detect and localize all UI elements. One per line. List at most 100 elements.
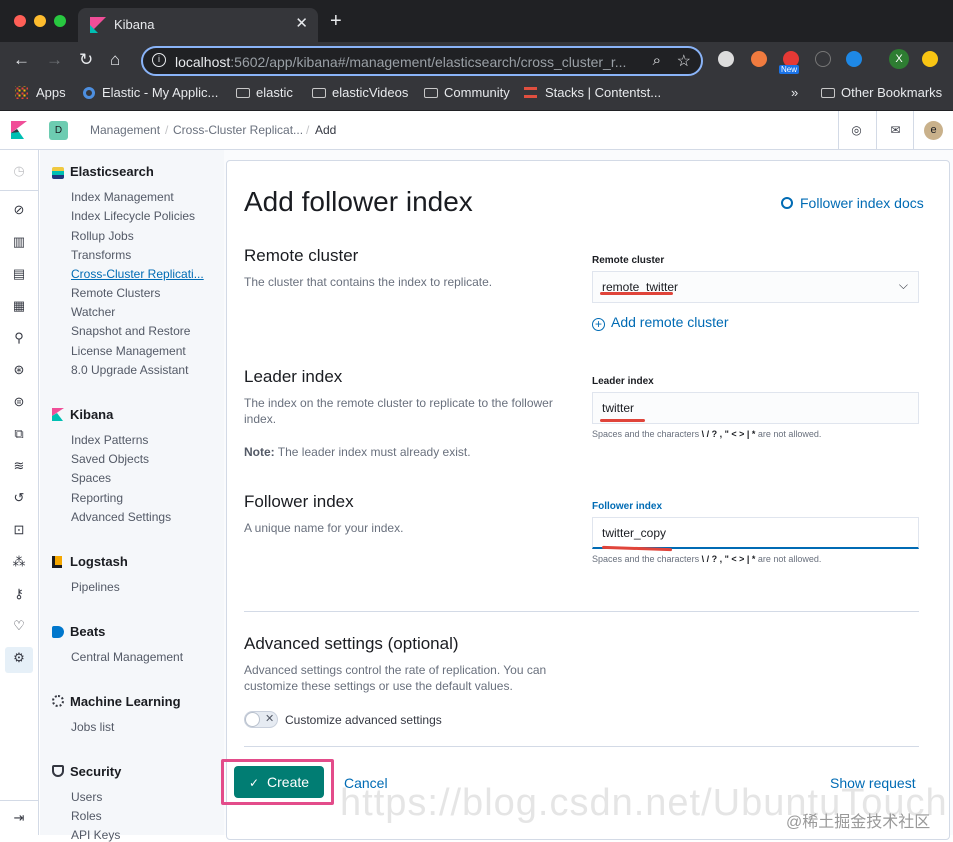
follower-index-help: Spaces and the characters \ / ? , " < > …: [592, 554, 822, 564]
back-icon[interactable]: ←: [13, 50, 30, 70]
leader-index-label: Leader index: [592, 376, 654, 387]
sidebar-item-ccr[interactable]: Cross-Cluster Replicati...: [71, 267, 204, 281]
bookmarks-bar: Apps Elastic - My Applic... elastic elas…: [0, 78, 953, 111]
mail-icon[interactable]: ✉: [888, 123, 903, 138]
infrastructure-icon[interactable]: ⊜: [11, 394, 27, 410]
bookmark-other[interactable]: Other Bookmarks: [821, 85, 942, 100]
beats-logo-icon: [52, 626, 64, 638]
collapse-nav-icon[interactable]: ⇥: [11, 810, 27, 826]
visualize-icon[interactable]: ▥: [11, 234, 27, 250]
bookmark-folder-community[interactable]: Community: [424, 85, 510, 100]
bookmark-folder-elasticvideos[interactable]: elasticVideos: [312, 85, 408, 100]
browser-tab-strip: Kibana ✕ +: [0, 0, 953, 42]
uptime-icon[interactable]: ↺: [11, 490, 27, 506]
space-avatar[interactable]: D: [49, 121, 68, 140]
sidebar-item-ilm[interactable]: Index Lifecycle Policies: [71, 209, 195, 223]
bookmarks-overflow[interactable]: »: [791, 85, 798, 100]
logs-icon[interactable]: ⧉: [11, 426, 27, 442]
breadcrumb-separator: /: [306, 123, 310, 137]
breadcrumb-ccr[interactable]: Cross-Cluster Replicat...: [173, 123, 303, 137]
user-avatar[interactable]: e: [924, 121, 943, 140]
header-divider: [876, 111, 877, 149]
extension-record-icon[interactable]: [718, 51, 734, 67]
ml-icon[interactable]: ⊛: [11, 362, 27, 378]
remote-cluster-heading: Remote cluster: [244, 246, 359, 265]
sidebar-item-index-patterns[interactable]: Index Patterns: [71, 433, 148, 447]
sidebar-item-spaces[interactable]: Spaces: [71, 471, 111, 485]
bookmark-apps[interactable]: Apps: [15, 85, 66, 100]
close-window-button[interactable]: [14, 15, 26, 27]
dashboard-icon[interactable]: ▤: [11, 266, 27, 282]
graph-icon[interactable]: ⁂: [11, 554, 27, 570]
sidebar-item-api-keys[interactable]: API Keys: [71, 828, 120, 842]
sidebar-item-rollup[interactable]: Rollup Jobs: [71, 229, 134, 243]
siem-icon[interactable]: ⊡: [11, 522, 27, 538]
home-icon[interactable]: ⌂: [110, 50, 120, 70]
browser-tab[interactable]: Kibana ✕: [78, 8, 318, 42]
discover-icon[interactable]: ⊘: [11, 202, 27, 218]
site-info-icon[interactable]: i: [152, 53, 166, 67]
help-icon[interactable]: ◎: [849, 123, 864, 138]
watermark-text: @稀土掘金技术社区: [786, 814, 931, 831]
canvas-icon[interactable]: ▦: [11, 298, 27, 314]
maps-icon[interactable]: ⚲: [11, 330, 27, 346]
reload-icon[interactable]: ↻: [79, 50, 93, 70]
cancel-button[interactable]: Cancel: [344, 775, 388, 791]
sidebar-item-upgrade[interactable]: 8.0 Upgrade Assistant: [71, 363, 188, 377]
extension-blue-icon[interactable]: [846, 51, 862, 67]
bookmark-star-icon[interactable]: ☆: [677, 51, 691, 71]
follower-index-docs-link[interactable]: Follower index docs: [781, 195, 924, 211]
kibana-section-logo-icon: [52, 408, 64, 421]
sidebar-item-jobs-list[interactable]: Jobs list: [71, 720, 114, 734]
sidebar-item-roles[interactable]: Roles: [71, 809, 102, 823]
sidebar-item-snapshot[interactable]: Snapshot and Restore: [71, 324, 190, 338]
extension-yellow-icon[interactable]: [922, 51, 938, 67]
new-badge: New: [779, 65, 800, 74]
remote-cluster-select[interactable]: remote_twitter ⌵: [592, 271, 919, 303]
sidebar-item-transforms[interactable]: Transforms: [71, 248, 131, 262]
recent-icon[interactable]: ◷: [11, 163, 27, 179]
sidebar-item-advanced-settings[interactable]: Advanced Settings: [71, 510, 171, 524]
forward-icon[interactable]: →: [46, 50, 63, 70]
extension-orange-icon[interactable]: [751, 51, 767, 67]
create-button[interactable]: ✓ Create: [234, 766, 324, 798]
advanced-settings-description: Advanced settings control the rate of re…: [244, 663, 547, 693]
add-remote-cluster-link[interactable]: + Add remote cluster: [592, 314, 729, 331]
sidebar-item-reporting[interactable]: Reporting: [71, 491, 123, 505]
breadcrumb-management[interactable]: Management: [90, 123, 160, 137]
sidebar-item-saved-objects[interactable]: Saved Objects: [71, 452, 149, 466]
new-tab-icon[interactable]: +: [330, 11, 342, 31]
follower-index-label: Follower index: [592, 501, 663, 512]
monitoring-icon[interactable]: ♡: [11, 618, 27, 634]
sidebar-item-remote-clusters[interactable]: Remote Clusters: [71, 286, 160, 300]
elastic-bookmark-icon: [83, 87, 95, 99]
section-title-logstash: Logstash: [70, 554, 128, 569]
bookmark-stacks[interactable]: Stacks | Contentst...: [524, 85, 661, 100]
sidebar-item-watcher[interactable]: Watcher: [71, 305, 115, 319]
sidebar-item-central-management[interactable]: Central Management: [71, 650, 183, 664]
bookmark-folder-elastic[interactable]: elastic: [236, 85, 293, 100]
sidebar-item-index-management[interactable]: Index Management: [71, 190, 174, 204]
sidebar-item-license[interactable]: License Management: [71, 344, 186, 358]
tab-close-icon[interactable]: ✕: [295, 14, 308, 32]
management-gear-icon[interactable]: ⚙: [11, 650, 27, 666]
extension-info-icon[interactable]: [815, 51, 831, 67]
profile-avatar[interactable]: X: [889, 49, 909, 69]
maximize-window-button[interactable]: [54, 15, 66, 27]
apm-icon[interactable]: ≋: [11, 458, 27, 474]
kibana-logo-icon[interactable]: [11, 121, 27, 139]
devtools-icon[interactable]: ⚷: [11, 586, 27, 602]
sidebar-item-users[interactable]: Users: [71, 790, 102, 804]
rail-divider: [0, 800, 39, 801]
show-request-button[interactable]: Show request: [830, 775, 916, 791]
follower-index-input[interactable]: twitter_copy: [592, 517, 919, 549]
check-icon: ✓: [248, 776, 260, 790]
advanced-settings-toggle-label[interactable]: Customize advanced settings: [285, 713, 442, 727]
search-icon[interactable]: ⌕: [653, 52, 661, 69]
sidebar-item-pipelines[interactable]: Pipelines: [71, 580, 120, 594]
minimize-window-button[interactable]: [34, 15, 46, 27]
bookmark-elastic-app[interactable]: Elastic - My Applic...: [83, 85, 218, 100]
elasticsearch-logo-icon: [52, 167, 64, 179]
address-bar[interactable]: i localhost:5602/app/kibana#/management/…: [141, 46, 703, 76]
advanced-settings-toggle[interactable]: ✕: [244, 711, 278, 728]
